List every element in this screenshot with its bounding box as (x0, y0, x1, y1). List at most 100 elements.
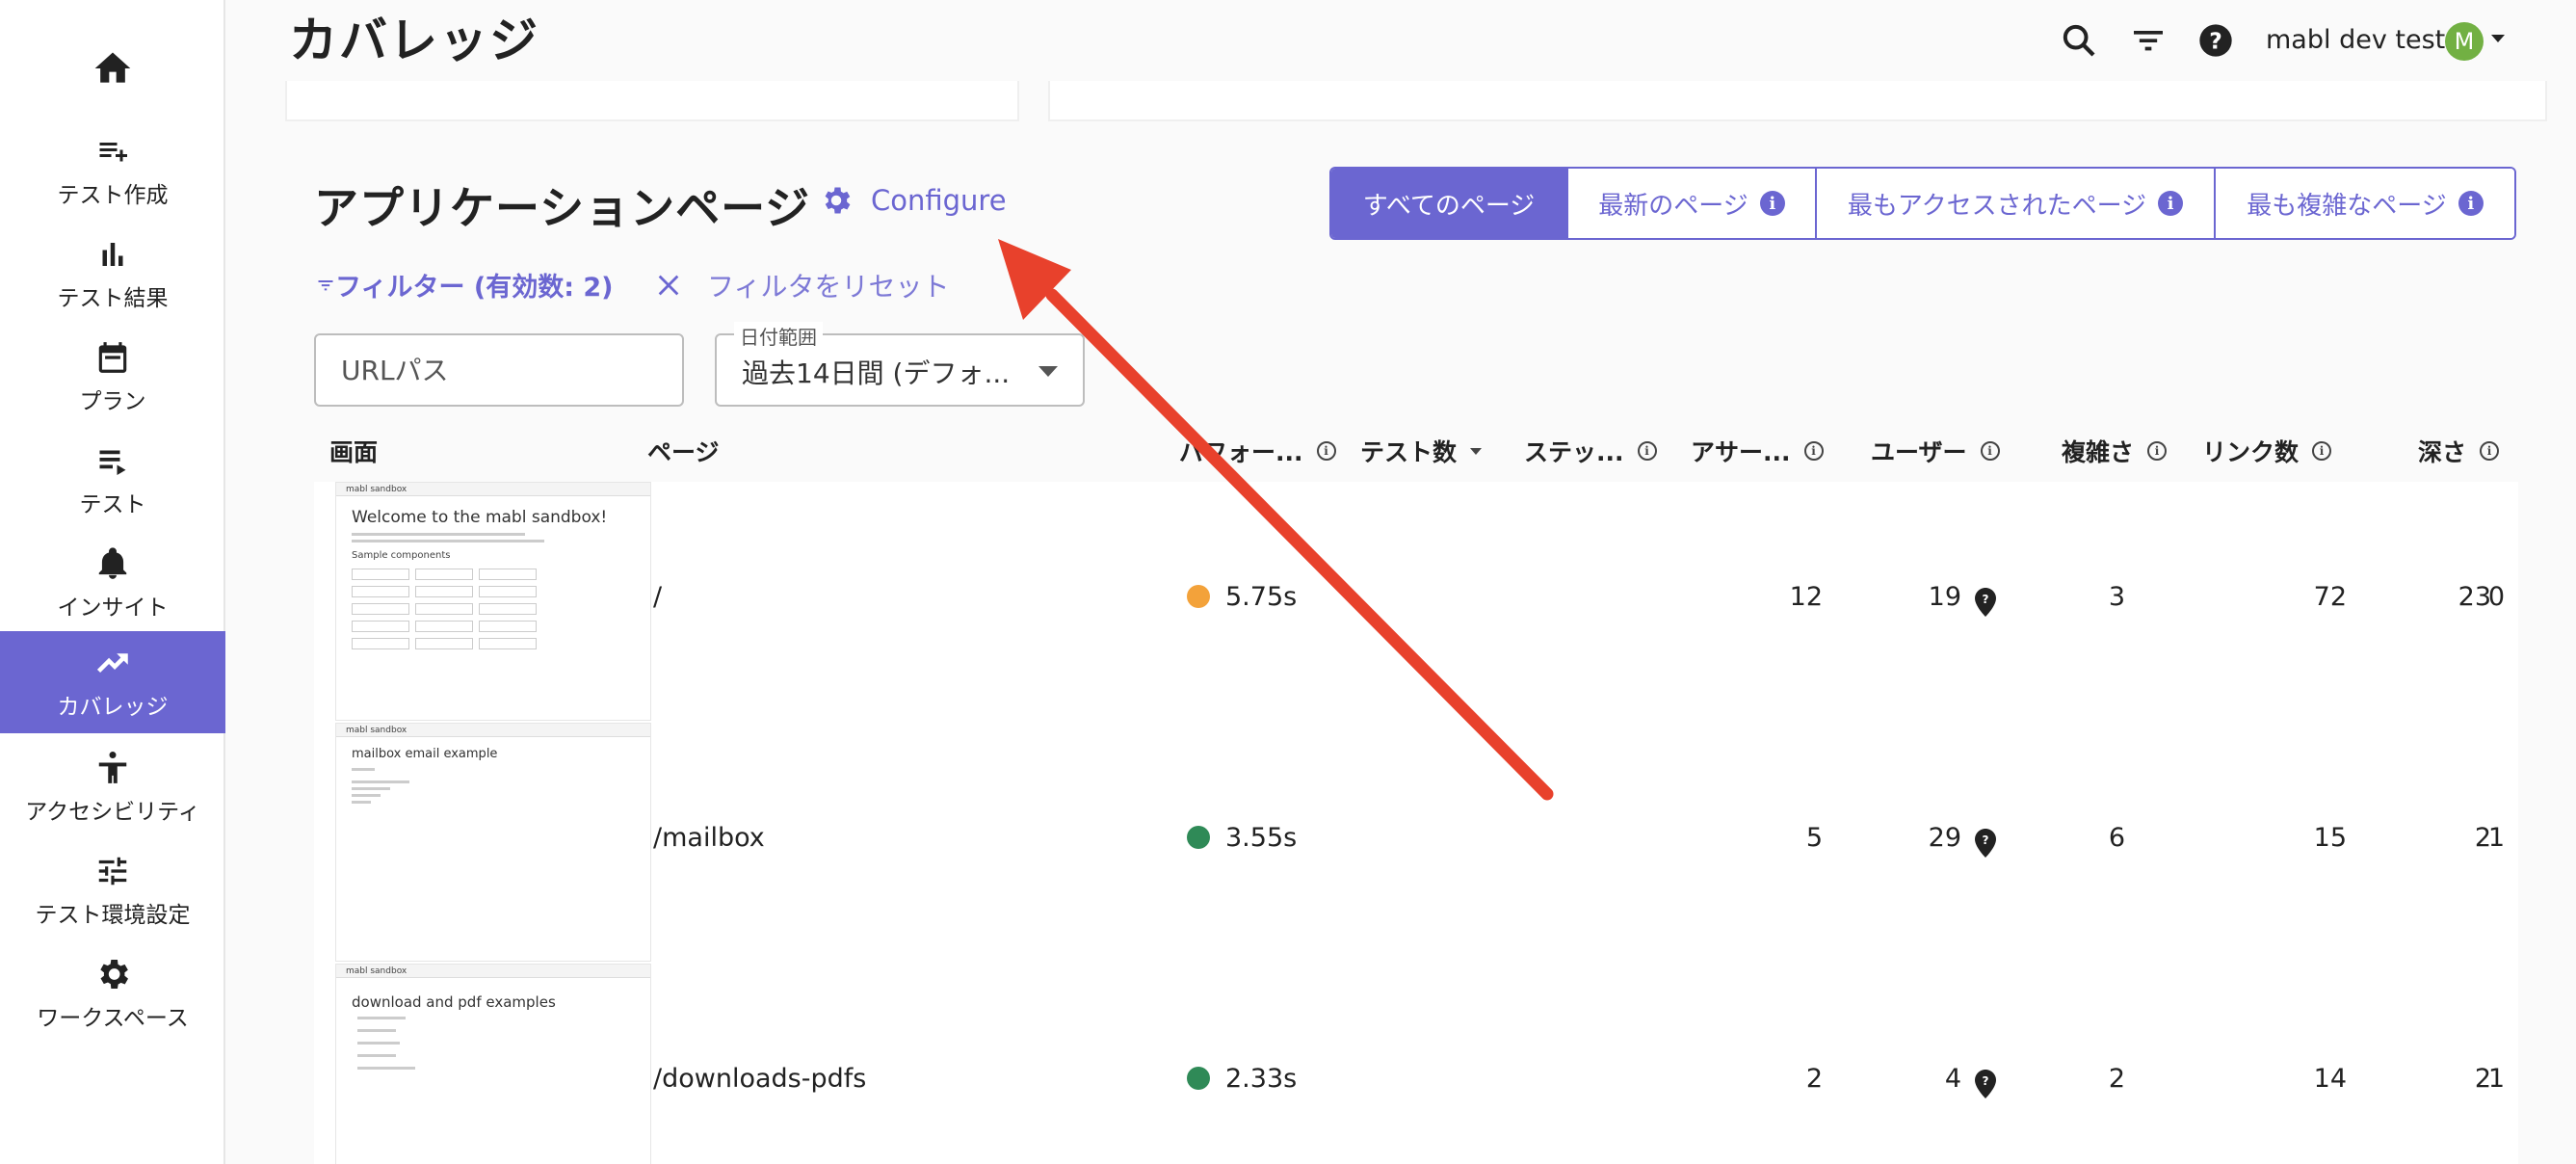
date-range-value: 過去14日間 (デフォ... (742, 357, 1011, 389)
tab-most-visited-pages[interactable]: 最もアクセスされたページ i (1815, 169, 2214, 238)
page-filter-tabs: すべてのページ 最新のページ i 最もアクセスされたページ i 最も複雑なページ i (1329, 167, 2516, 240)
avatar[interactable]: M (2445, 22, 2484, 61)
info-icon[interactable]: i (1803, 441, 1824, 461)
page-title: カバレッジ (289, 13, 539, 68)
trending-up-icon (92, 644, 134, 682)
sidebar-item-label: アクセシビリティ (25, 800, 200, 825)
page-screenshot[interactable]: mabl sandbox download and pdf examples (335, 964, 651, 1164)
playlist-add-icon (92, 132, 134, 171)
tab-most-complex-pages[interactable]: 最も複雑なページ i (2214, 169, 2514, 238)
user-journey-icon[interactable]: ? (1975, 588, 1996, 617)
sidebar-item-coverage[interactable]: カバレッジ (0, 631, 225, 733)
configure-button[interactable]: Configure (819, 183, 1007, 218)
sidebar-item-home[interactable] (0, 17, 225, 119)
filter-toggle[interactable]: フィルター (有効数: 2) (316, 266, 614, 304)
svg-text:?: ? (1983, 593, 1989, 606)
depth-value: 1 (2487, 1064, 2505, 1094)
info-icon[interactable]: i (2458, 191, 2484, 216)
gear-icon (92, 955, 134, 993)
table-row[interactable]: mabl sandbox mailbox email example /mail… (314, 723, 2518, 964)
workspace-name[interactable]: mabl dev tests (2266, 25, 2458, 55)
column-header-performance[interactable]: パフォー... i (1179, 434, 1336, 468)
column-header-depth[interactable]: 深さ i (2418, 434, 2500, 468)
column-header-steps[interactable]: ステッ... i (1524, 434, 1657, 468)
info-icon[interactable]: i (1759, 191, 1785, 216)
list-icon (92, 441, 134, 480)
performance-value: 3.55s (1187, 823, 1297, 853)
page-path[interactable]: /downloads-pdfs (653, 1064, 866, 1094)
filter-icon (318, 279, 333, 290)
tests-count: 12 (1789, 582, 1823, 612)
page-path[interactable]: / (653, 582, 662, 612)
sidebar-item-label: テスト (79, 492, 146, 517)
tune-icon (92, 852, 134, 890)
info-icon[interactable]: i (2147, 441, 2168, 461)
date-range-select[interactable]: 日付範囲 過去14日間 (デフォ... (715, 322, 1085, 407)
steps-count: 19 (1928, 582, 1961, 612)
tab-newest-pages[interactable]: 最新のページ i (1566, 169, 1815, 238)
complexity-value: 72 (2313, 582, 2347, 612)
sidebar-item-environment[interactable]: テスト環境設定 (0, 839, 225, 941)
chevron-down-icon[interactable] (2491, 35, 2505, 42)
thumbnail-brand: mabl sandbox (336, 965, 650, 978)
column-header-users[interactable]: ユーザー i (1871, 434, 2000, 468)
complexity-value: 14 (2313, 1064, 2347, 1094)
sidebar: テスト作成 テスト結果 プラン テスト インサイト カバレッジ アクセシビリティ… (0, 0, 225, 1164)
bell-icon (92, 544, 134, 583)
summary-card (285, 81, 1019, 121)
reset-filters-label: フィルタをリセット (707, 271, 950, 303)
close-icon (658, 275, 679, 296)
column-header-page[interactable]: ページ (647, 434, 720, 468)
sidebar-item-workspace[interactable]: ワークスペース (0, 942, 225, 1045)
page-path[interactable]: /mailbox (653, 823, 765, 853)
complexity-value: 15 (2313, 823, 2347, 853)
section-title: アプリケーションページ (314, 182, 811, 234)
tab-all-pages[interactable]: すべてのページ (1331, 169, 1566, 238)
date-range-label: 日付範囲 (734, 322, 823, 350)
info-icon[interactable]: i (1980, 441, 2000, 461)
info-icon[interactable]: i (1316, 441, 1336, 461)
performance-status-dot (1187, 585, 1210, 608)
svg-text:?: ? (2209, 27, 2222, 54)
reset-filters-button[interactable]: フィルタをリセット (655, 266, 949, 304)
sidebar-item-label: テスト結果 (57, 286, 169, 311)
info-icon[interactable]: i (2480, 441, 2500, 461)
performance-status-dot (1187, 1067, 1210, 1090)
column-header-tests[interactable]: テスト数 (1360, 434, 1483, 468)
configure-label: Configure (871, 184, 1007, 217)
column-header-screen: 画面 (329, 438, 379, 466)
table-row[interactable]: mabl sandbox download and pdf examples /… (314, 964, 2518, 1164)
page-screenshot[interactable]: mabl sandbox Welcome to the mabl sandbox… (335, 482, 651, 721)
steps-count: 29 (1928, 823, 1961, 853)
sidebar-item-create-test[interactable]: テスト作成 (0, 119, 225, 222)
user-journey-icon[interactable]: ? (1975, 829, 1996, 858)
thumbnail-brand: mabl sandbox (336, 724, 650, 737)
info-icon[interactable]: i (2312, 441, 2332, 461)
column-header-links[interactable]: リンク数 i (2202, 434, 2332, 468)
user-journey-icon[interactable]: ? (1975, 1070, 1996, 1098)
sidebar-item-accessibility[interactable]: アクセシビリティ (0, 736, 225, 838)
sort-desc-icon[interactable] (1470, 447, 1483, 455)
sidebar-item-label: テスト作成 (57, 183, 169, 208)
bar-chart-icon (92, 235, 134, 274)
sidebar-item-plans[interactable]: プラン (0, 326, 225, 428)
column-header-complexity[interactable]: 複雑さ i (2062, 434, 2168, 468)
info-icon[interactable]: i (1637, 441, 1657, 461)
filter-icon[interactable] (2129, 21, 2168, 60)
page-screenshot[interactable]: mabl sandbox mailbox email example (335, 723, 651, 962)
column-header-assertions[interactable]: アサー... i (1691, 434, 1824, 468)
sidebar-item-insights[interactable]: インサイト (0, 532, 225, 634)
calendar-icon (92, 338, 134, 377)
info-icon[interactable]: i (2158, 191, 2184, 216)
table-row[interactable]: mabl sandbox Welcome to the mabl sandbox… (314, 482, 2518, 723)
search-icon[interactable] (2060, 21, 2098, 60)
sidebar-item-tests[interactable]: テスト (0, 429, 225, 531)
tab-label: すべてのページ (1362, 191, 1536, 221)
tests-count: 5 (1805, 823, 1823, 853)
sidebar-item-label: テスト環境設定 (35, 903, 191, 928)
svg-text:?: ? (1983, 833, 1989, 847)
url-path-input[interactable] (314, 333, 684, 407)
help-icon[interactable]: ? (2196, 21, 2235, 60)
sidebar-item-test-results[interactable]: テスト結果 (0, 223, 225, 325)
tab-label: 最新のページ (1598, 191, 1748, 221)
